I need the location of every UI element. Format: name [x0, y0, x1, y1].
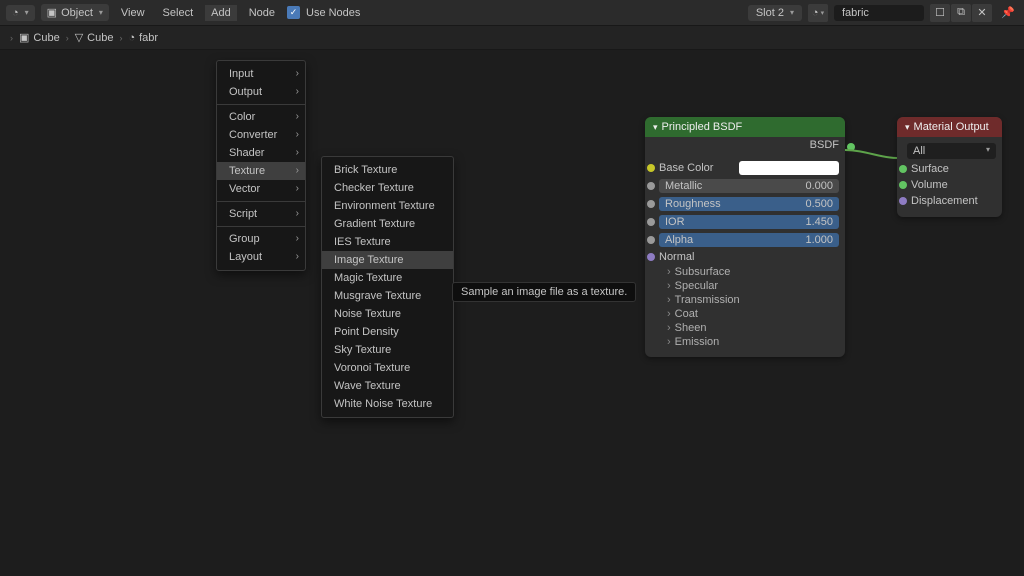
principled-bsdf-node[interactable]: ▾Principled BSDF BSDF Base Color Metalli…: [645, 117, 845, 357]
add-menu-item[interactable]: Script: [217, 205, 305, 223]
material-name-input[interactable]: fabric: [834, 5, 924, 21]
expand-section[interactable]: Transmission: [657, 293, 839, 307]
editor-type-button[interactable]: ◔ ▾: [6, 5, 35, 21]
add-dropdown: InputOutput ColorConverterShaderTextureVe…: [216, 60, 306, 271]
texture-menu-item[interactable]: Musgrave Texture: [322, 287, 453, 305]
texture-menu-item[interactable]: Wave Texture: [322, 377, 453, 395]
base-color-row[interactable]: Base Color: [657, 159, 839, 177]
texture-menu-item[interactable]: Image Texture: [322, 251, 453, 269]
mode-label: Object: [61, 7, 93, 19]
node-output-bsdf: BSDF: [645, 137, 845, 155]
node-header[interactable]: ▾Material Output: [897, 117, 1002, 137]
add-menu-item[interactable]: Layout: [217, 248, 305, 266]
texture-submenu: Brick TextureChecker TextureEnvironment …: [321, 156, 454, 418]
param-row[interactable]: Metallic0.000: [657, 177, 839, 195]
node-header[interactable]: ▾Principled BSDF: [645, 117, 845, 137]
add-menu-item[interactable]: Texture: [217, 162, 305, 180]
texture-menu-item[interactable]: Point Density: [322, 323, 453, 341]
menu-select[interactable]: Select: [157, 5, 200, 21]
add-menu-item[interactable]: Color: [217, 108, 305, 126]
normal-row[interactable]: Normal: [657, 249, 839, 265]
duplicate-material-button[interactable]: ⧉: [951, 4, 971, 22]
breadcrumb-item[interactable]: ▽ Cube: [75, 31, 114, 44]
texture-menu-item[interactable]: Voronoi Texture: [322, 359, 453, 377]
expand-section[interactable]: Sheen: [657, 321, 839, 335]
texture-menu-item[interactable]: Sky Texture: [322, 341, 453, 359]
expand-section[interactable]: Specular: [657, 279, 839, 293]
material-output-input[interactable]: Surface: [907, 161, 996, 177]
texture-menu-item[interactable]: Magic Texture: [322, 269, 453, 287]
texture-menu-item[interactable]: IES Texture: [322, 233, 453, 251]
target-dropdown[interactable]: All▾: [907, 143, 996, 159]
breadcrumb-item[interactable]: ▣ Cube: [19, 31, 60, 44]
use-nodes-checkbox[interactable]: ✓: [287, 6, 300, 19]
use-nodes-label: Use Nodes: [306, 7, 360, 19]
param-row[interactable]: Roughness0.500: [657, 195, 839, 213]
texture-menu-item[interactable]: Noise Texture: [322, 305, 453, 323]
material-output-node[interactable]: ▾Material Output All▾ SurfaceVolumeDispl…: [897, 117, 1002, 217]
mode-dropdown[interactable]: ▣ Object ▾: [41, 4, 109, 21]
texture-menu-item[interactable]: Brick Texture: [322, 161, 453, 179]
menu-view[interactable]: View: [115, 5, 151, 21]
texture-menu-item[interactable]: White Noise Texture: [322, 395, 453, 413]
add-menu-item[interactable]: Input: [217, 65, 305, 83]
base-color-swatch[interactable]: [739, 161, 839, 175]
breadcrumb-item[interactable]: ◔ fabr: [128, 32, 158, 44]
expand-section[interactable]: Subsurface: [657, 265, 839, 279]
expand-section[interactable]: Coat: [657, 307, 839, 321]
tooltip: Sample an image file as a texture.: [452, 282, 636, 302]
material-browse-button[interactable]: ◔▾: [808, 4, 828, 22]
add-menu-item[interactable]: Shader: [217, 144, 305, 162]
pin-button[interactable]: 📌: [998, 4, 1018, 22]
material-output-input[interactable]: Displacement: [907, 193, 996, 209]
breadcrumb: › ▣ Cube › ▽ Cube › ◔ fabr: [0, 26, 1024, 50]
menu-node[interactable]: Node: [243, 5, 281, 21]
add-menu-item[interactable]: Vector: [217, 180, 305, 198]
texture-menu-item[interactable]: Gradient Texture: [322, 215, 453, 233]
texture-menu-item[interactable]: Environment Texture: [322, 197, 453, 215]
material-output-input[interactable]: Volume: [907, 177, 996, 193]
fake-user-button[interactable]: ☐: [930, 4, 950, 22]
add-menu-item[interactable]: Converter: [217, 126, 305, 144]
slot-dropdown[interactable]: Slot 2▾: [748, 5, 802, 21]
param-row[interactable]: IOR1.450: [657, 213, 839, 231]
unlink-material-button[interactable]: ✕: [972, 4, 992, 22]
toolbar: ◔ ▾ ▣ Object ▾ View Select Add Node ✓ Us…: [0, 0, 1024, 26]
param-row[interactable]: Alpha1.000: [657, 231, 839, 249]
texture-menu-item[interactable]: Checker Texture: [322, 179, 453, 197]
menu-add[interactable]: Add: [205, 5, 237, 21]
add-menu-item[interactable]: Group: [217, 230, 305, 248]
add-menu-item[interactable]: Output: [217, 83, 305, 101]
expand-section[interactable]: Emission: [657, 335, 839, 349]
